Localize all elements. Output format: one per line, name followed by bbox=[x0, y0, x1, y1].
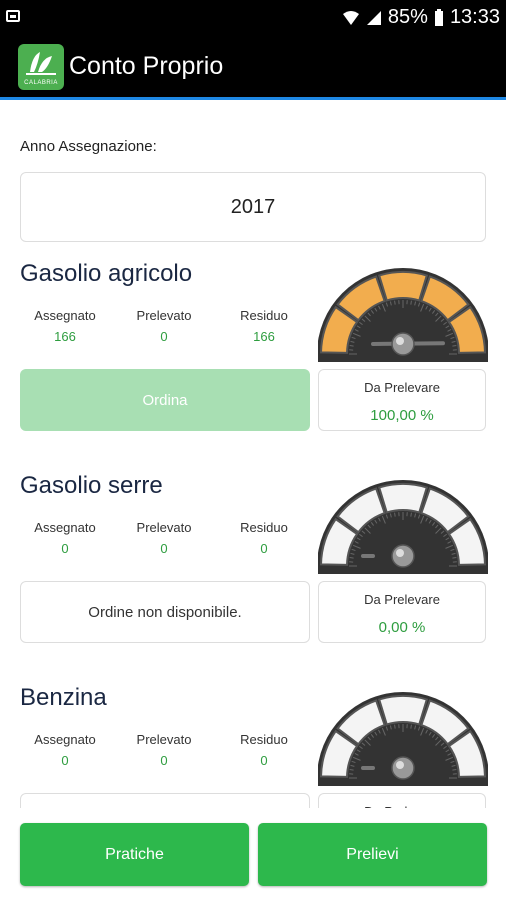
order-button[interactable]: Ordina bbox=[20, 369, 310, 431]
to-withdraw-box: Da Prelevare 0,00 % bbox=[318, 581, 486, 643]
stat-assigned: Assegnato 0 bbox=[34, 520, 96, 556]
gauge-tick bbox=[452, 769, 457, 771]
gauge-tick bbox=[452, 345, 457, 347]
gauge-hub bbox=[391, 332, 415, 356]
gauge-hub-highlight bbox=[396, 761, 404, 769]
order-unavailable-box: Ordine non disponibile. bbox=[20, 581, 310, 643]
to-withdraw-box: Da Prelevare 100,00 % bbox=[318, 369, 486, 431]
stat-assigned: Assegnato 166 bbox=[34, 308, 96, 344]
gauge-hub bbox=[391, 756, 415, 780]
gauge-hub bbox=[391, 544, 415, 568]
battery-icon bbox=[434, 8, 443, 26]
section-title: Benzina bbox=[20, 684, 107, 711]
battery-percent: 85% bbox=[387, 6, 428, 28]
stat-withdrawn: Prelevato 0 bbox=[136, 520, 192, 556]
fuel-gauge bbox=[318, 268, 488, 362]
section-title: Gasolio agricolo bbox=[20, 260, 193, 287]
clock: 13:33 bbox=[449, 6, 500, 28]
to-withdraw-box: Da Prelevare bbox=[318, 793, 486, 808]
stat-residual: Residuo 0 bbox=[240, 520, 288, 556]
wifi-icon bbox=[342, 10, 359, 25]
gauge-hub-highlight bbox=[396, 337, 404, 345]
prelievi-button[interactable]: Prelievi bbox=[258, 823, 487, 886]
gauge-tick bbox=[349, 557, 354, 559]
gauge-tick bbox=[394, 512, 396, 517]
gauge-tick bbox=[410, 724, 412, 729]
gauge-tick bbox=[349, 769, 354, 771]
signal-icon bbox=[366, 10, 381, 25]
gauge-tick bbox=[394, 724, 396, 729]
gauge-tick bbox=[452, 557, 457, 559]
app-bar: CALABRIA Conto Proprio bbox=[0, 36, 506, 100]
year-label: Anno Assegnazione: bbox=[20, 138, 157, 155]
year-selector[interactable]: 2017 bbox=[20, 172, 486, 242]
order-box bbox=[20, 793, 310, 808]
gauge-tick bbox=[394, 300, 396, 305]
fuel-gauge bbox=[318, 480, 488, 574]
gauge-tick bbox=[349, 345, 354, 347]
gauge-segment bbox=[377, 483, 429, 514]
stat-assigned: Assegnato 0 bbox=[34, 732, 96, 768]
stat-withdrawn: Prelevato 0 bbox=[136, 732, 192, 768]
content-scroll[interactable]: Anno Assegnazione: 2017 Gasolio agricolo… bbox=[0, 100, 506, 808]
app-title: Conto Proprio bbox=[69, 52, 224, 80]
app-logo: CALABRIA bbox=[18, 44, 64, 90]
stat-residual: Residuo 166 bbox=[240, 308, 288, 344]
stat-withdrawn: Prelevato 0 bbox=[136, 308, 192, 344]
bottom-bar: Pratiche Prelievi bbox=[0, 808, 506, 900]
section-title: Gasolio serre bbox=[20, 472, 163, 499]
logo-text: CALABRIA bbox=[24, 80, 58, 86]
pratiche-button[interactable]: Pratiche bbox=[20, 823, 249, 886]
notification-icon bbox=[6, 10, 20, 22]
gauge-hub-highlight bbox=[396, 549, 404, 557]
stat-residual: Residuo 0 bbox=[240, 732, 288, 768]
fuel-gauge bbox=[318, 692, 488, 786]
gauge-tick bbox=[410, 300, 412, 305]
gauge-segment bbox=[377, 695, 429, 726]
status-bar: 85% 13:33 bbox=[0, 0, 506, 36]
gauge-tick bbox=[410, 512, 412, 517]
gauge-segment bbox=[377, 271, 429, 302]
